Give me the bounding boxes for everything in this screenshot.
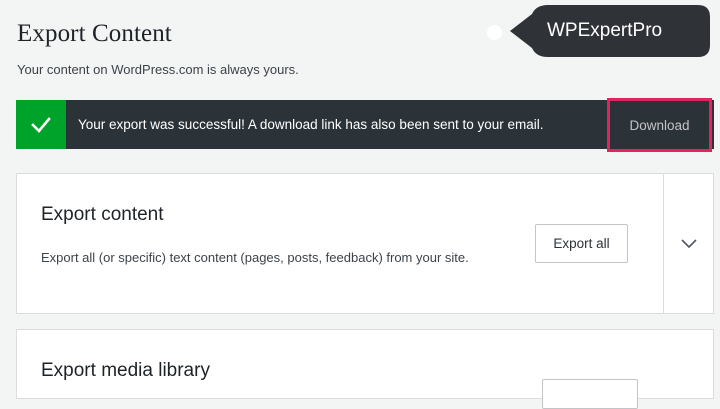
card-title: Export content <box>41 204 164 225</box>
export-media-card: Export media library <box>16 329 714 409</box>
watermark-text: WPExpertPro <box>547 20 663 41</box>
dot-decoration <box>487 25 502 40</box>
chevron-down-icon <box>681 239 697 249</box>
notice-message: Your export was successful! A download l… <box>78 117 544 132</box>
checkmark-icon <box>31 116 51 133</box>
expand-toggle[interactable] <box>677 234 701 254</box>
export-content-card: Export content Export all (or specific) … <box>16 173 714 314</box>
watermark-badge: WPExpertPro <box>510 2 714 60</box>
card-title: Export media library <box>41 360 210 381</box>
page-subtitle: Your content on WordPress.com is always … <box>17 62 299 77</box>
page-title: Export Content <box>17 20 172 47</box>
export-all-button[interactable]: Export all <box>535 224 628 263</box>
download-button[interactable]: Download <box>607 98 712 152</box>
card-divider <box>663 174 664 313</box>
card-description: Export all (or specific) text content (p… <box>41 250 469 265</box>
notice-status-box <box>16 100 66 149</box>
